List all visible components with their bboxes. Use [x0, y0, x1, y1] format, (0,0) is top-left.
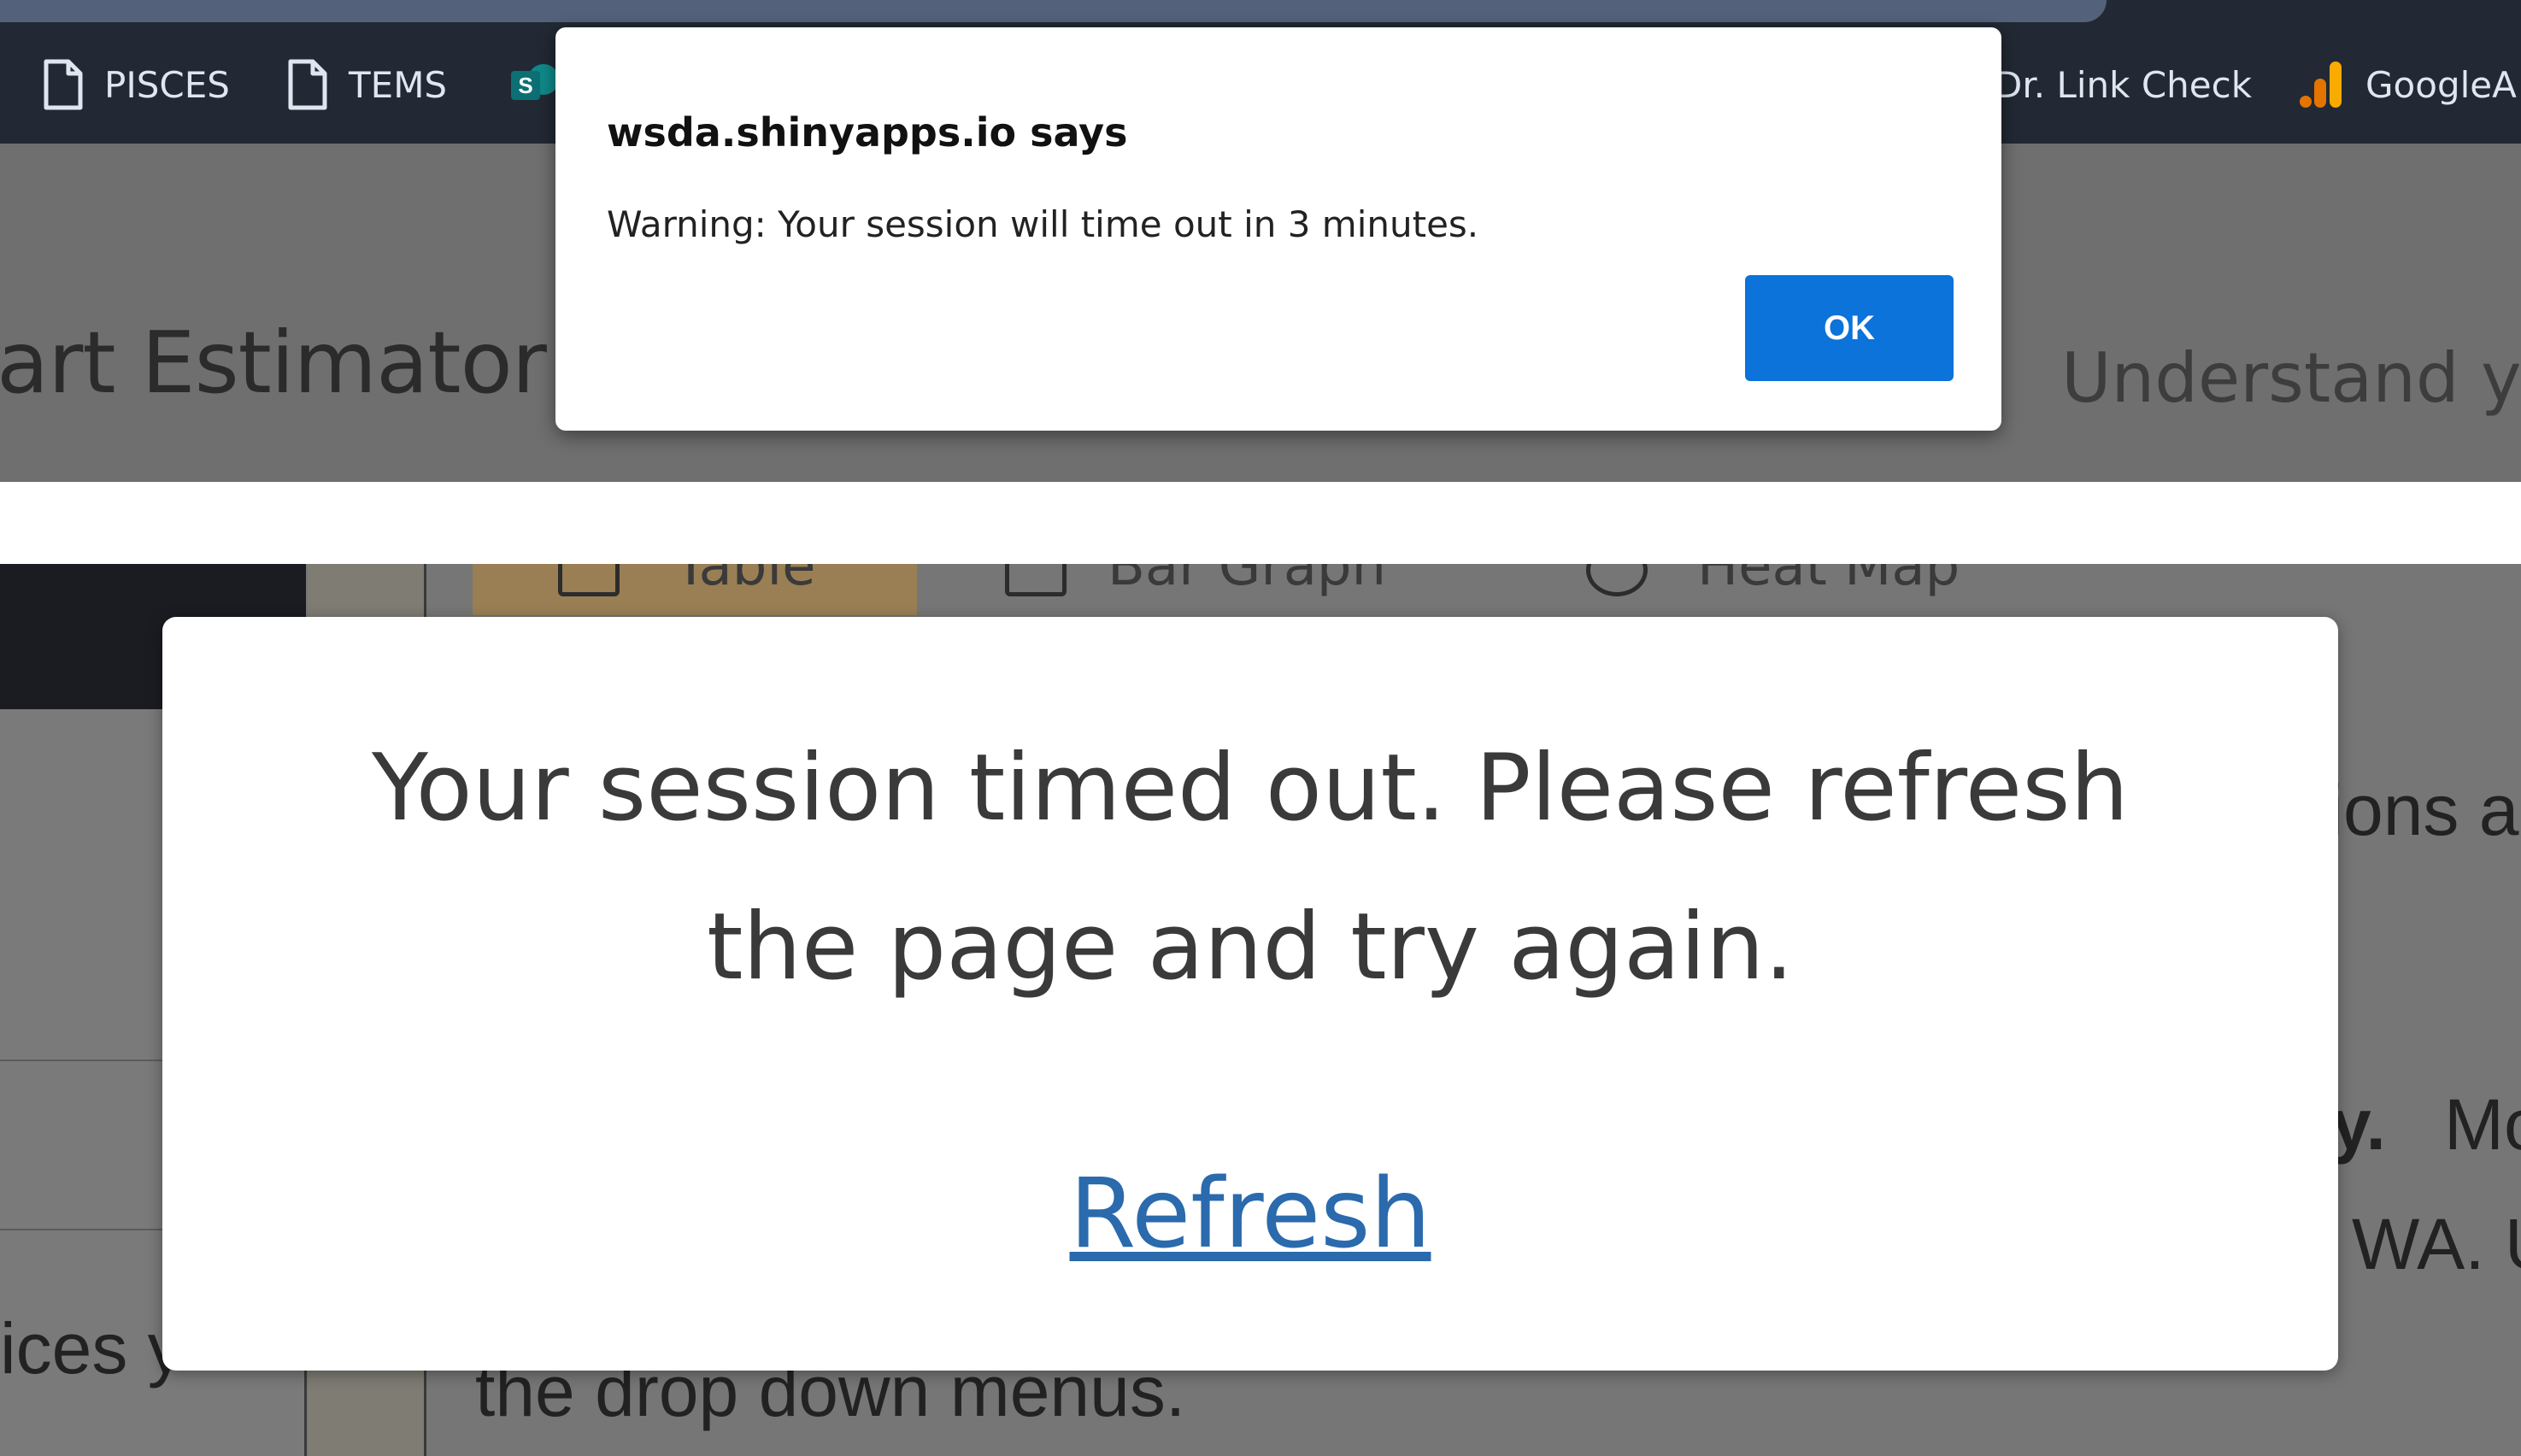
- app-title: art Estimator: [0, 313, 547, 413]
- alert-title: wsda.shinyapps.io says: [607, 109, 1128, 156]
- bookmark-label: GoogleA: [2365, 63, 2517, 106]
- page-icon: [41, 58, 85, 111]
- alert-message: Warning: Your session will time out in 3…: [607, 203, 1479, 245]
- browser-screenshot: PISCES TEMS S Dr. Link Check GoogleA art…: [0, 0, 2521, 482]
- bookmark-google-analytics[interactable]: GoogleA: [2299, 55, 2517, 114]
- bookmark-label: Dr. Link Check: [1995, 63, 2253, 106]
- page-icon: [285, 58, 330, 111]
- tab-heat-map[interactable]: Heat Map: [1586, 564, 2065, 615]
- separator: [0, 482, 2521, 564]
- bookmark-dr-link-check[interactable]: Dr. Link Check: [1995, 55, 2252, 114]
- browser-alert-dialog: wsda.shinyapps.io says Warning: Your ses…: [555, 27, 2001, 431]
- tab-label: Table: [674, 564, 816, 598]
- tab-label: Bar Graph: [1108, 564, 1387, 598]
- app-screenshot: Table Bar Graph Heat Map tions a ty. Mo …: [0, 564, 2521, 1456]
- background-text: ices y: [0, 1308, 184, 1388]
- bookmark-label: TEMS: [349, 63, 448, 106]
- bookmark-sharepoint[interactable]: S: [509, 55, 561, 114]
- refresh-link[interactable]: Refresh: [162, 1159, 2338, 1270]
- bookmark-tems[interactable]: TEMS: [285, 55, 447, 114]
- app-tagline: Understand yo: [2061, 338, 2521, 418]
- tab-label: Heat Map: [1697, 564, 1960, 598]
- tab-table[interactable]: Table: [473, 564, 917, 615]
- background-text: WA. U: [2352, 1204, 2521, 1284]
- ok-button[interactable]: OK: [1745, 275, 1954, 381]
- session-timeout-modal: Your session timed out. Please refresh t…: [162, 617, 2338, 1371]
- background-text: tions a: [2307, 770, 2519, 850]
- svg-text:S: S: [518, 73, 532, 98]
- bookmark-label: PISCES: [104, 63, 230, 106]
- table-icon: [558, 564, 620, 596]
- analytics-icon: [2299, 58, 2347, 111]
- bookmark-pisces[interactable]: PISCES: [41, 55, 230, 114]
- timeout-message: Your session timed out. Please refresh t…: [372, 735, 2129, 1001]
- background-text: Mo: [2444, 1084, 2521, 1165]
- tab-bar-graph[interactable]: Bar Graph: [1005, 564, 1484, 615]
- sharepoint-icon: S: [509, 59, 561, 110]
- tab-strip-edge: [0, 0, 2107, 22]
- bar-chart-icon: [1005, 564, 1067, 596]
- map-icon: [1586, 564, 1648, 596]
